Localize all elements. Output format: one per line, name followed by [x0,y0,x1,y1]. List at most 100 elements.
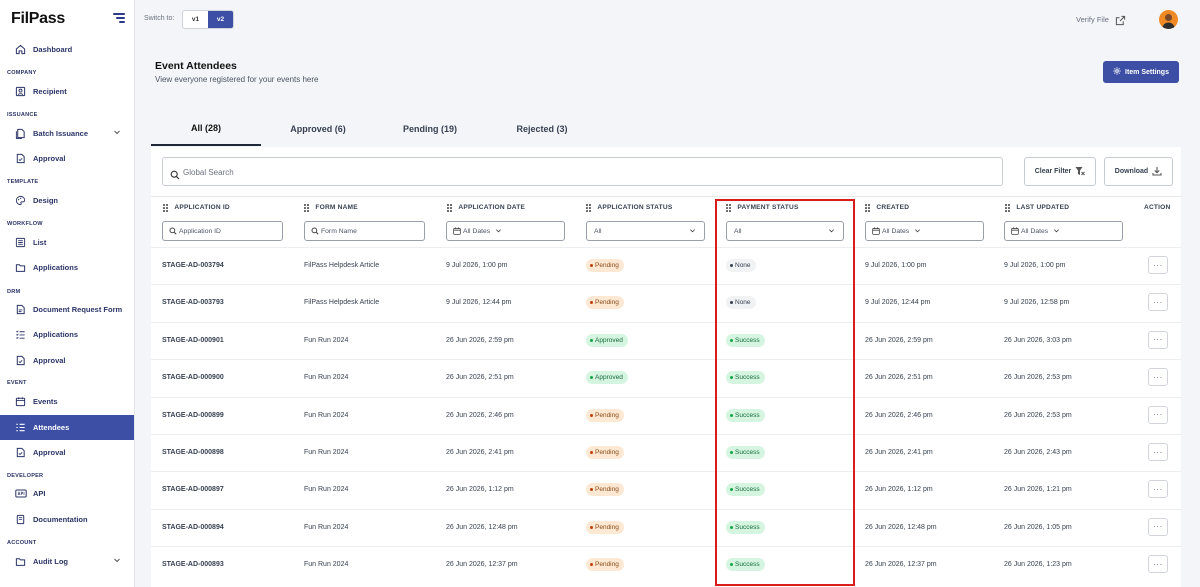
sidebar-item-dashboard[interactable]: Dashboard [0,37,134,62]
tab-rejected[interactable]: Rejected (3) [485,112,599,146]
calendar-icon [872,227,880,235]
application-date-cell: 26 Jun 2026, 12:37 pm [446,561,518,569]
table-row: STAGE-AD-000901 Fun Run 2024 26 Jun 2026, … [151,321,1181,359]
row-actions-button[interactable]: ··· [1148,256,1168,274]
sidebar-item-api[interactable]: API [0,481,134,506]
filter-placeholder: Form Name [321,227,357,235]
created-filter[interactable]: All Dates [865,221,984,241]
status-dot-icon [730,338,733,342]
calendar-icon [1011,227,1019,235]
row-actions-button[interactable]: ··· [1148,368,1168,387]
sidebar-item-design[interactable]: Design [0,188,134,213]
sidebar-item-list[interactable]: List [0,230,134,255]
status-label: Success [735,374,760,382]
column-header-application-status[interactable]: APPLICATION STATUS [586,204,672,212]
filter-clear-icon [1075,166,1086,178]
sidebar-item-document-request-form[interactable]: Document Request Form [0,297,134,322]
filter-value: All [734,227,742,235]
table-row: STAGE-AD-000899 Fun Run 2024 26 Jun 2026, … [151,396,1181,434]
drag-handle-icon[interactable] [304,204,309,212]
status-tabs: All (28) Approved (6) Pending (19) Rejec… [151,112,1181,147]
sidebar-item-documentation[interactable]: Documentation [0,507,134,532]
row-actions-button[interactable]: ··· [1148,330,1168,349]
sidebar-item-issuance-approval[interactable]: Approval [0,146,134,171]
drag-handle-icon[interactable] [1005,204,1010,212]
section-event: EVENT [7,380,27,386]
application-date-filter[interactable]: All Dates [446,221,565,241]
chevron-down-icon [113,556,121,566]
column-header-application-date[interactable]: APPLICATION DATE [447,204,525,212]
table-header: APPLICATION ID FORM NAME APPLICATION DAT… [151,196,1181,247]
version-v2-button[interactable]: v2 [208,11,233,28]
document-check-icon [14,446,27,459]
tab-approved[interactable]: Approved (6) [261,112,375,146]
row-actions-button[interactable]: ··· [1148,443,1168,461]
document-stack-icon [14,127,27,140]
application-date-cell: 26 Jun 2026, 12:48 pm [446,523,518,531]
folder-icon [14,261,27,274]
page-subtitle: View everyone registered for your events… [155,75,319,84]
row-actions-button[interactable]: ··· [1148,480,1168,499]
column-label: LAST UPDATED [1016,204,1070,212]
sidebar-item-workflow-applications[interactable]: Applications [0,255,134,280]
sidebar-item-drm-approval[interactable]: Approval [0,348,134,373]
verify-file-link[interactable]: Verify File [1076,15,1109,24]
drag-handle-icon[interactable] [865,204,870,212]
form-name-cell: FilPass Helpdesk Article [304,262,380,269]
column-header-created[interactable]: CREATED [865,204,909,212]
clear-filter-button[interactable]: Clear Filter [1024,157,1096,186]
status-label: Success [735,336,760,344]
status-label: Success [735,449,760,456]
external-link-icon[interactable] [1115,13,1126,26]
column-header-payment-status[interactable]: PAYMENT STATUS [726,204,799,212]
drag-handle-icon[interactable] [447,204,452,212]
sidebar-item-label: Applications [33,330,79,339]
sidebar-item-events[interactable]: Events [0,389,134,414]
column-header-application-id[interactable]: APPLICATION ID [163,204,230,212]
last-updated-filter[interactable]: All Dates [1004,221,1123,241]
sidebar-item-drm-applications[interactable]: Applications [0,322,134,347]
application-id-cell: STAGE-AD-000901 [162,336,224,344]
folder-icon [14,555,27,568]
sidebar-item-audit-log[interactable]: Audit Log [0,549,134,574]
application-date-cell: 26 Jun 2026, 2:46 pm [446,411,514,419]
application-status-badge: Pending [586,558,624,572]
item-settings-button[interactable]: Item Settings [1103,61,1179,83]
status-dot-icon [590,413,593,417]
user-avatar[interactable] [1159,10,1178,29]
list-icon [14,236,27,249]
sidebar-item-label: Batch Issuance [33,129,89,138]
menu-toggle-icon[interactable] [113,13,125,26]
row-actions-button[interactable]: ··· [1148,405,1168,424]
sidebar-item-attendees[interactable]: Attendees [0,415,134,440]
row-actions-button[interactable]: ··· [1148,293,1168,312]
chevron-down-icon [914,227,921,236]
created-cell: 26 Jun 2026, 2:41 pm [865,449,933,456]
payment-status-filter[interactable]: All [726,221,844,241]
download-button[interactable]: Download [1104,157,1173,186]
payment-status-badge: Success [726,371,765,385]
row-actions-button[interactable]: ··· [1148,517,1168,536]
row-actions-button[interactable]: ··· [1148,555,1168,574]
download-label: Download [1114,168,1149,175]
sidebar-item-recipient[interactable]: Recipient [0,79,134,104]
search-input[interactable] [183,164,883,180]
form-name-filter[interactable]: Form Name [304,221,425,241]
version-v1-button[interactable]: v1 [183,11,208,28]
created-cell: 26 Jun 2026, 1:12 pm [865,486,933,494]
drag-handle-icon[interactable] [163,204,168,212]
column-header-form-name[interactable]: FORM NAME [304,204,358,212]
tab-all[interactable]: All (28) [151,112,261,146]
document-check-icon [14,354,27,367]
application-status-filter[interactable]: All [586,221,705,241]
global-search[interactable] [162,157,1003,186]
drag-handle-icon[interactable] [586,204,591,212]
application-id-filter[interactable]: Application ID [162,221,283,241]
sidebar-item-batch-issuance[interactable]: Batch Issuance [0,121,134,146]
tab-pending[interactable]: Pending (19) [375,112,485,146]
book-icon [14,513,27,526]
sidebar-item-event-approval[interactable]: Approval [0,440,134,465]
column-header-last-updated[interactable]: LAST UPDATED [1005,204,1069,212]
status-dot-icon [590,338,593,342]
drag-handle-icon[interactable] [726,204,731,212]
